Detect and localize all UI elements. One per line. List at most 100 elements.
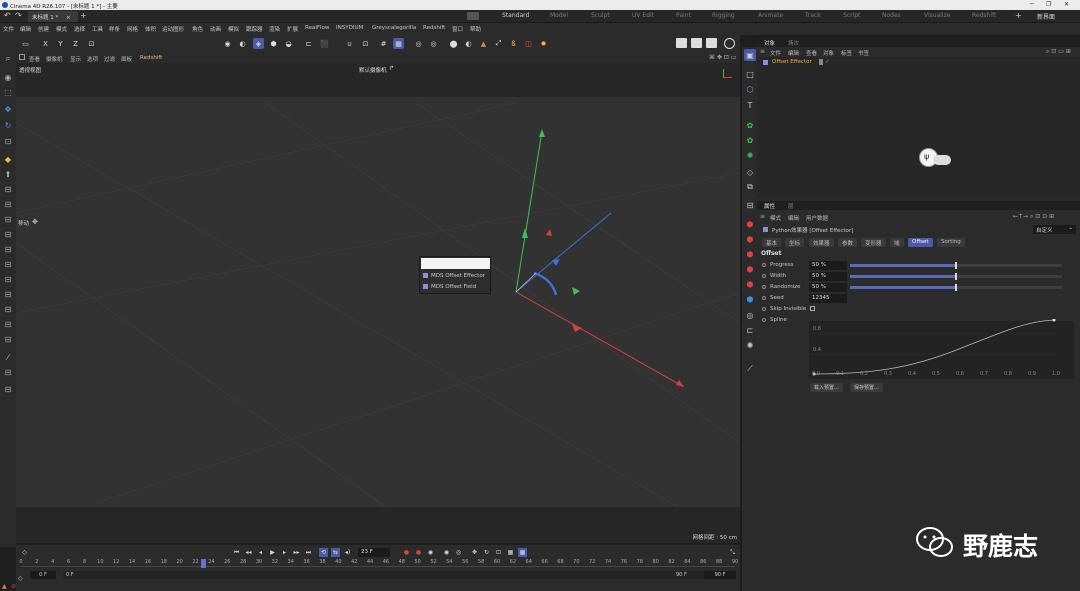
layout-tab-script[interactable]: Script [843,12,860,19]
measure-tool-icon[interactable]: ⁄ [2,351,14,363]
knife-tool-icon[interactable]: ⊟ [2,213,14,225]
redshift-volume-icon[interactable]: ⬢ [744,293,756,305]
progress-field[interactable]: 50 % [809,261,847,270]
viewport-menu-view[interactable]: 查看 [29,55,40,63]
end-frame-field[interactable]: 90 F [704,571,736,579]
om-menu-icon[interactable]: ≡ [760,48,765,55]
magnet-tool-icon[interactable]: ⊟ [2,303,14,315]
object-name[interactable]: Offset Effector [772,59,812,65]
menu-simulate[interactable]: 模拟 [228,25,239,33]
fracture-icon[interactable]: ✿ [744,134,756,146]
render-view-icon[interactable]: ◎ [413,38,424,49]
playhead[interactable] [201,559,207,568]
search-icon[interactable]: ⌕ [2,53,14,65]
layout-tab-paint[interactable]: Paint [676,12,691,19]
viewport-menu-redshift[interactable]: Redshift [140,55,162,61]
tab-takes[interactable]: 场次 [788,39,799,47]
layout-tab-animate[interactable]: Animate [758,12,783,19]
enabled-check-icon[interactable]: ✓ [825,58,830,65]
cloner-icon[interactable]: ✿ [744,119,756,131]
tab-coord[interactable]: 坐标 [785,238,805,247]
tab-deformer[interactable]: 变形器 [861,238,886,247]
command-search-input[interactable] [421,258,490,269]
tab-effector[interactable]: 效果器 [809,238,834,247]
menu-render[interactable]: 渲染 [269,25,280,33]
menu-extensions[interactable]: 扩展 [287,25,298,33]
edges-mode-icon[interactable]: ◐ [237,38,248,49]
grid-icon[interactable]: ▦ [393,38,404,49]
om-search-icon[interactable]: ⌕ ⊡ ▭ ⊞ [1046,48,1071,56]
extrude-icon[interactable]: ⬆ [2,168,14,180]
layout-home-icon[interactable] [467,12,479,20]
render-settings-icon[interactable] [676,38,687,48]
bevel-icon[interactable]: ⊟ [2,183,14,195]
polygons-mode-icon[interactable]: ◈ [253,38,264,49]
camera-create-icon[interactable]: ◫ [523,38,534,49]
model-mode-icon[interactable]: ▭ [20,38,31,49]
redshift-area-light-icon[interactable]: ⬢ [744,233,756,245]
attr-menu-edit[interactable]: 编辑 [788,214,799,222]
cube-object-icon[interactable]: □ [744,68,756,80]
width-slider-knob[interactable] [955,273,957,280]
text-object-icon[interactable]: T [744,99,756,111]
attr-menu-mode[interactable]: 模式 [770,214,781,222]
snap-icon[interactable]: ⊏ [303,38,314,49]
layout-tab-nodes[interactable]: Nodes [882,12,901,19]
close-tab-icon[interactable]: × [66,15,71,21]
om-menu-object[interactable]: 对象 [823,49,834,57]
redo-icon[interactable]: ↷ [15,11,22,20]
view-layout-icon[interactable] [19,54,25,60]
save-preset-button[interactable]: 保存预置... [850,383,883,392]
close-button[interactable]: ✕ [1064,1,1069,8]
coordinate-system-icon[interactable]: ⊡ [86,38,97,49]
layout-tab-redshift[interactable]: Redshift [972,12,996,19]
axis-y-button[interactable]: Y [55,38,66,49]
width-field[interactable]: 50 % [809,272,847,281]
viewport-menu-filter[interactable]: 过滤 [104,55,115,63]
menu-edit[interactable]: 编辑 [20,25,31,33]
layer-icon[interactable]: ⧉ [744,181,756,193]
viewport-menu-camera[interactable]: 摄像机 [46,55,63,63]
live-select-icon[interactable]: ⬚ [2,86,14,98]
bridge-tool-icon[interactable]: ⊟ [2,228,14,240]
undo-icon[interactable]: ↶ [4,11,11,20]
layout-tab-uv-edit[interactable]: UV Edit [632,12,654,19]
menu-realflow[interactable]: RealFlow [305,25,329,31]
perspective-viewport[interactable] [16,63,740,543]
menu-redshift[interactable]: Redshift [423,25,445,31]
move-tool-icon[interactable]: ✥ [2,103,14,115]
new-tab-icon[interactable]: + [80,11,87,20]
loop-select-icon[interactable]: ⊟ [2,243,14,255]
tab-offset[interactable]: Offset [908,238,933,247]
skip-invisible-checkbox[interactable] [810,306,815,311]
select-tool-icon[interactable]: ◉ [2,71,14,83]
viewport-menu-options[interactable]: 选项 [87,55,98,63]
menu-tools[interactable]: 工具 [92,25,103,33]
redshift-camera-icon[interactable]: ⊏ [744,324,756,336]
menu-spline[interactable]: 样条 [109,25,120,33]
field-icon[interactable]: ß [508,38,519,49]
redshift-environment-icon[interactable]: ✺ [744,339,756,351]
layout-tab-standard[interactable]: Standard [502,12,529,19]
spline-create-icon[interactable]: ◐ [463,38,474,49]
lock-icon[interactable]: ⊡ [360,38,371,49]
tab-falloff[interactable]: 域 [890,238,904,247]
layout-tab-track[interactable]: Track [805,12,821,19]
menu-create[interactable]: 创建 [38,25,49,33]
preset-dropdown[interactable]: 自定义 ⌄ [1033,225,1076,234]
brush-tool-icon[interactable]: ⊟ [2,318,14,330]
randomize-slider-knob[interactable] [955,284,957,291]
menu-volume[interactable]: 体积 [145,25,156,33]
viewport-menu-display[interactable]: 显示 [70,55,81,63]
light-create-icon[interactable]: ✹ [538,38,549,49]
xref-icon[interactable]: ⊟ [744,199,756,211]
keyframe-tool-icon[interactable]: ◆ [2,153,14,165]
range-min-field[interactable]: 0 F [63,571,723,579]
grid-snap-icon[interactable]: # [378,38,389,49]
om-menu-bookmarks[interactable]: 书签 [858,49,869,57]
sculpt-tool-icon[interactable]: ⊟ [2,383,14,395]
redshift-dome-light-icon[interactable]: ⬢ [744,248,756,260]
visibility-dots[interactable] [819,59,823,65]
cube-create-icon[interactable]: ⬤ [448,38,459,49]
keyframe-dot[interactable] [762,318,766,322]
